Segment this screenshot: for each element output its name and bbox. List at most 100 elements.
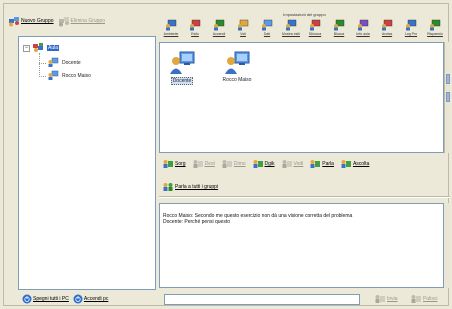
power-on-label: Accendi pc (83, 296, 109, 302)
action-label: Parla (322, 161, 334, 167)
tool-button[interactable]: Mostra esiti (279, 19, 303, 36)
collapse-toggle[interactable]: − (23, 45, 30, 52)
computer-user-icon (48, 57, 59, 67)
tool-label: Sblocca (308, 32, 322, 36)
send-button[interactable]: Invia (374, 294, 398, 304)
action-button[interactable]: Dest (192, 159, 215, 169)
side-tab[interactable] (446, 74, 450, 84)
pc-item-rocco-maiso[interactable]: Rocco Maiso (217, 51, 257, 83)
send-icon (375, 295, 385, 303)
tool-button[interactable]: Ambiente (159, 19, 183, 36)
tree-item-label: Rocco Maiso (62, 72, 91, 79)
tree-item-docente[interactable]: Docente (47, 57, 81, 68)
power-on-button[interactable]: Accendi pc (73, 294, 108, 304)
computer-user-icon (225, 51, 250, 74)
computer-icon (238, 19, 249, 31)
tool-button[interactable]: Dati (255, 19, 279, 36)
tool-label: Mostra esiti (282, 32, 300, 36)
tool-button[interactable]: Voti (231, 19, 255, 36)
tool-label: Avvisa (381, 32, 393, 36)
tool-button[interactable]: Blocca (327, 19, 351, 36)
left-toolbar: Nuovo Gruppo Elimina Gruppo (6, 7, 152, 35)
divider (159, 196, 450, 198)
tree-root-item[interactable]: Aula (32, 42, 60, 53)
action-button[interactable]: Dgik (252, 159, 275, 169)
talk-all-label: Parla a tutti i gruppi (175, 184, 219, 190)
tree-root-label: Aula (47, 44, 60, 51)
talk-all-row: Parla a tutti i gruppi (162, 181, 218, 193)
side-scrollbar[interactable] (444, 42, 450, 153)
computer-icon (166, 19, 177, 31)
new-group-button[interactable]: Nuovo Gruppo (8, 16, 54, 27)
toolbar-title: Impostazioni del gruppo (283, 12, 326, 17)
tool-button[interactable]: Log Pro (399, 19, 423, 36)
main-window: Nuovo Gruppo Elimina Gruppo − Aula Docen… (3, 3, 450, 308)
user-action-icon (253, 160, 263, 168)
chat-scrollbar[interactable] (444, 203, 450, 288)
action-label: Dimo (233, 161, 246, 167)
tool-button[interactable]: Info aula (351, 19, 375, 36)
action-button[interactable]: Sorg (162, 159, 186, 169)
side-tab[interactable] (446, 92, 450, 102)
group-tree[interactable]: − Aula Docente Rocco Maiso (18, 36, 156, 290)
user-action-icon (341, 160, 351, 168)
action-button[interactable]: Parla (309, 159, 334, 169)
tree-item-rocco-maiso[interactable]: Rocco Maiso (47, 70, 91, 81)
tool-button[interactable]: Esito (183, 19, 207, 36)
tool-button[interactable]: Accendi (207, 19, 231, 36)
shutdown-all-button[interactable]: Spegni tutti i PC (22, 294, 69, 304)
user-action-icon (282, 160, 292, 168)
tool-label: Ambiente (163, 32, 179, 36)
computer-icon (430, 19, 441, 31)
action-label: Ascolta (352, 161, 370, 167)
chat-log: Rocco Maiso: Secondo me questo esercizio… (159, 203, 444, 288)
action-label: Vedi (293, 161, 304, 167)
classroom-icon (33, 43, 43, 52)
pc-item-label: Rocco Maiso (222, 77, 252, 83)
tool-label: Risparmio (427, 32, 443, 36)
action-button[interactable]: Ascolta (340, 159, 369, 169)
tool-label: Voti (240, 32, 246, 36)
action-button[interactable]: Vedi (281, 159, 304, 169)
clear-label: Pulisci (423, 296, 438, 302)
tool-label: Blocca (333, 32, 345, 36)
message-input[interactable] (164, 294, 360, 305)
delete-group-label: Elimina Gruppo (70, 18, 105, 24)
group-icon (9, 16, 19, 26)
tool-label: Log Pro (404, 32, 418, 36)
computers-view[interactable]: Docente Rocco Maiso (159, 42, 444, 153)
pc-item-docente[interactable]: Docente (162, 51, 202, 85)
user-action-icon (222, 160, 232, 168)
globe-icon (310, 19, 321, 31)
delete-group-button[interactable]: Elimina Gruppo (58, 16, 105, 27)
computer-user-icon (48, 70, 59, 80)
tool-label: Accendi (212, 32, 226, 36)
computer-icon (406, 19, 417, 31)
message-bar: Invia Pulisci (162, 294, 450, 308)
computer-icon (214, 19, 225, 31)
action-label: Dest (204, 161, 215, 167)
tool-button[interactable]: Risparmio (423, 19, 447, 36)
new-group-label: Nuovo Gruppo (21, 18, 54, 24)
globe-icon (286, 19, 297, 31)
power-controls: Spegni tutti i PC Accendi pc (18, 292, 156, 306)
clear-button[interactable]: Pulisci (410, 294, 437, 304)
pc-item-label: Docente (170, 77, 194, 85)
action-button[interactable]: Dimo (221, 159, 246, 169)
computer-icon (262, 19, 273, 31)
computer-icon (382, 19, 393, 31)
tool-label: Esito (191, 32, 199, 36)
tool-label: Dati (263, 32, 271, 36)
talk-icon (163, 183, 173, 191)
globe-icon (334, 19, 345, 31)
action-label: Sorg (175, 161, 186, 167)
tool-label: Info aula (356, 32, 370, 36)
talk-all-button[interactable]: Parla a tutti i gruppi (162, 182, 218, 192)
computer-icon (190, 19, 201, 31)
chat-message: Docente: Perché pensi questo (163, 219, 230, 225)
tool-button[interactable]: Avvisa (375, 19, 399, 36)
user-action-icon (193, 160, 203, 168)
info-icon (358, 19, 369, 31)
action-toolbar: Sorg Dest Dimo Dgik Vedi Parla Ascolta (162, 157, 450, 171)
tool-button[interactable]: Sblocca (303, 19, 327, 36)
